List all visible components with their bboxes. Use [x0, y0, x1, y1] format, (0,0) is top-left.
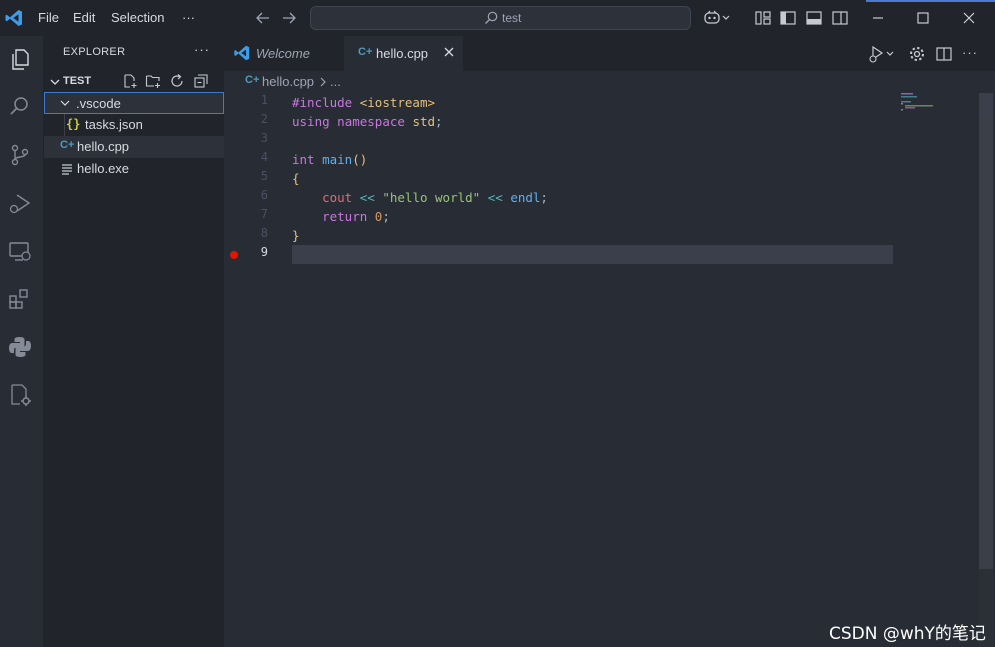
explorer-more-button[interactable]: ··· — [194, 42, 210, 57]
explorer-sidebar: EXPLORER ··· TEST .vscode {} tasks.json … — [44, 36, 224, 647]
new-file-icon[interactable] — [122, 73, 138, 89]
watermark: CSDN @whY的笔记 — [829, 624, 986, 644]
toggle-primary-sidebar-icon[interactable] — [779, 9, 797, 27]
breadcrumb-more[interactable]: ... — [330, 74, 341, 89]
code-line-2: using namespace std; — [292, 114, 443, 129]
tree-item-vscode-folder[interactable]: .vscode — [44, 92, 224, 114]
line-number: 2 — [260, 112, 268, 126]
tree-item-hello-exe[interactable]: hello.exe — [44, 158, 224, 180]
editor-more-actions[interactable]: ··· — [962, 45, 978, 60]
remote-explorer-icon[interactable] — [7, 238, 33, 264]
code-line-7: return 0; — [322, 209, 390, 224]
chevron-down-icon — [60, 100, 70, 106]
toggle-secondary-sidebar-icon[interactable] — [831, 9, 849, 27]
search-icon[interactable] — [7, 94, 33, 120]
line-number: 1 — [260, 93, 268, 107]
code-editor[interactable]: 1 2 3 4 5 6 7 8 9 #include <iostream> us… — [224, 93, 995, 647]
command-center-search[interactable]: test — [310, 6, 691, 30]
copilot-icon[interactable] — [703, 9, 733, 27]
editor-tabs: Welcome C+ hello.cpp ··· — [224, 36, 995, 71]
line-number: 4 — [260, 150, 268, 164]
customize-layout-icon[interactable] — [754, 9, 772, 27]
binary-file-icon — [62, 164, 72, 175]
menu-more[interactable]: ··· — [182, 10, 195, 25]
tree-item-label: .vscode — [76, 96, 121, 111]
title-bar: File Edit Selection ··· test — [0, 0, 995, 36]
window-accent-strip — [866, 0, 995, 2]
tree-item-hello-cpp[interactable]: C+ hello.cpp — [44, 136, 224, 158]
json-file-icon: {} — [66, 117, 81, 131]
tree-item-label: hello.exe — [77, 161, 130, 176]
code-line-8: } — [292, 228, 300, 243]
close-tab-icon[interactable] — [441, 44, 457, 60]
new-folder-icon[interactable] — [145, 73, 161, 89]
split-editor-icon[interactable] — [935, 45, 953, 63]
tab-label: hello.cpp — [376, 46, 429, 61]
source-control-icon[interactable] — [7, 142, 33, 168]
refresh-icon[interactable] — [169, 73, 185, 89]
explorer-title: EXPLORER — [63, 46, 126, 58]
chevron-right-icon — [320, 77, 326, 87]
code-line-6: cout << "hello world" << endl; — [322, 190, 548, 205]
search-icon — [485, 11, 498, 24]
back-arrow-icon[interactable] — [254, 9, 272, 27]
line-number: 3 — [260, 131, 268, 145]
menu-edit[interactable]: Edit — [73, 10, 95, 25]
minimize-icon[interactable] — [869, 9, 887, 27]
line-number: 8 — [260, 226, 268, 240]
menu-file[interactable]: File — [38, 10, 59, 25]
minimap[interactable] — [899, 93, 979, 133]
breakpoint-icon — [230, 251, 238, 259]
tab-label: Welcome — [256, 46, 310, 61]
breadcrumb: C+ hello.cpp ... — [224, 71, 995, 93]
tree-item-label: hello.cpp — [77, 139, 130, 154]
line-number: 6 — [260, 188, 268, 202]
line-number: 7 — [260, 207, 268, 221]
toggle-panel-icon[interactable] — [805, 9, 823, 27]
forward-arrow-icon[interactable] — [280, 9, 298, 27]
code-line-4: int main() — [292, 152, 368, 167]
code-line-1: #include <iostream> — [292, 95, 436, 110]
scrollbar-top-region — [979, 93, 993, 115]
run-debug-dropdown-icon[interactable] — [868, 45, 898, 63]
run-and-debug-icon[interactable] — [7, 190, 33, 216]
python-icon[interactable] — [7, 334, 33, 360]
close-window-icon[interactable] — [960, 9, 978, 27]
activity-bar — [0, 36, 44, 647]
cpp-file-icon: C+ — [60, 139, 75, 151]
cpp-settings-icon[interactable] — [7, 382, 33, 408]
code-line-5: { — [292, 171, 300, 186]
search-text: test — [502, 11, 522, 25]
gear-icon[interactable] — [908, 45, 926, 63]
tree-item-label: tasks.json — [85, 117, 143, 132]
vscode-logo-icon — [234, 45, 250, 61]
breakpoint-glyph[interactable] — [224, 245, 244, 264]
extensions-icon[interactable] — [7, 286, 33, 312]
tree-item-tasks-json[interactable]: {} tasks.json — [44, 114, 224, 136]
breadcrumb-file[interactable]: hello.cpp — [262, 74, 314, 89]
tab-welcome[interactable]: Welcome — [224, 36, 343, 71]
maximize-icon[interactable] — [914, 9, 932, 27]
vertical-scrollbar[interactable] — [979, 93, 993, 647]
cpp-file-icon: C+ — [245, 74, 260, 86]
tree-indent-guide — [64, 114, 65, 136]
chevron-down-icon — [50, 79, 60, 85]
menu-selection[interactable]: Selection — [111, 10, 164, 25]
workspace-name: TEST — [63, 75, 92, 87]
explorer-files-icon[interactable] — [7, 46, 33, 72]
cpp-file-icon: C+ — [358, 46, 373, 58]
collapse-all-icon[interactable] — [193, 73, 209, 89]
line-number: 5 — [260, 169, 268, 183]
scrollbar-thumb[interactable] — [979, 115, 993, 569]
tab-hello-cpp[interactable]: C+ hello.cpp — [344, 36, 463, 71]
vscode-logo-icon — [5, 10, 22, 26]
